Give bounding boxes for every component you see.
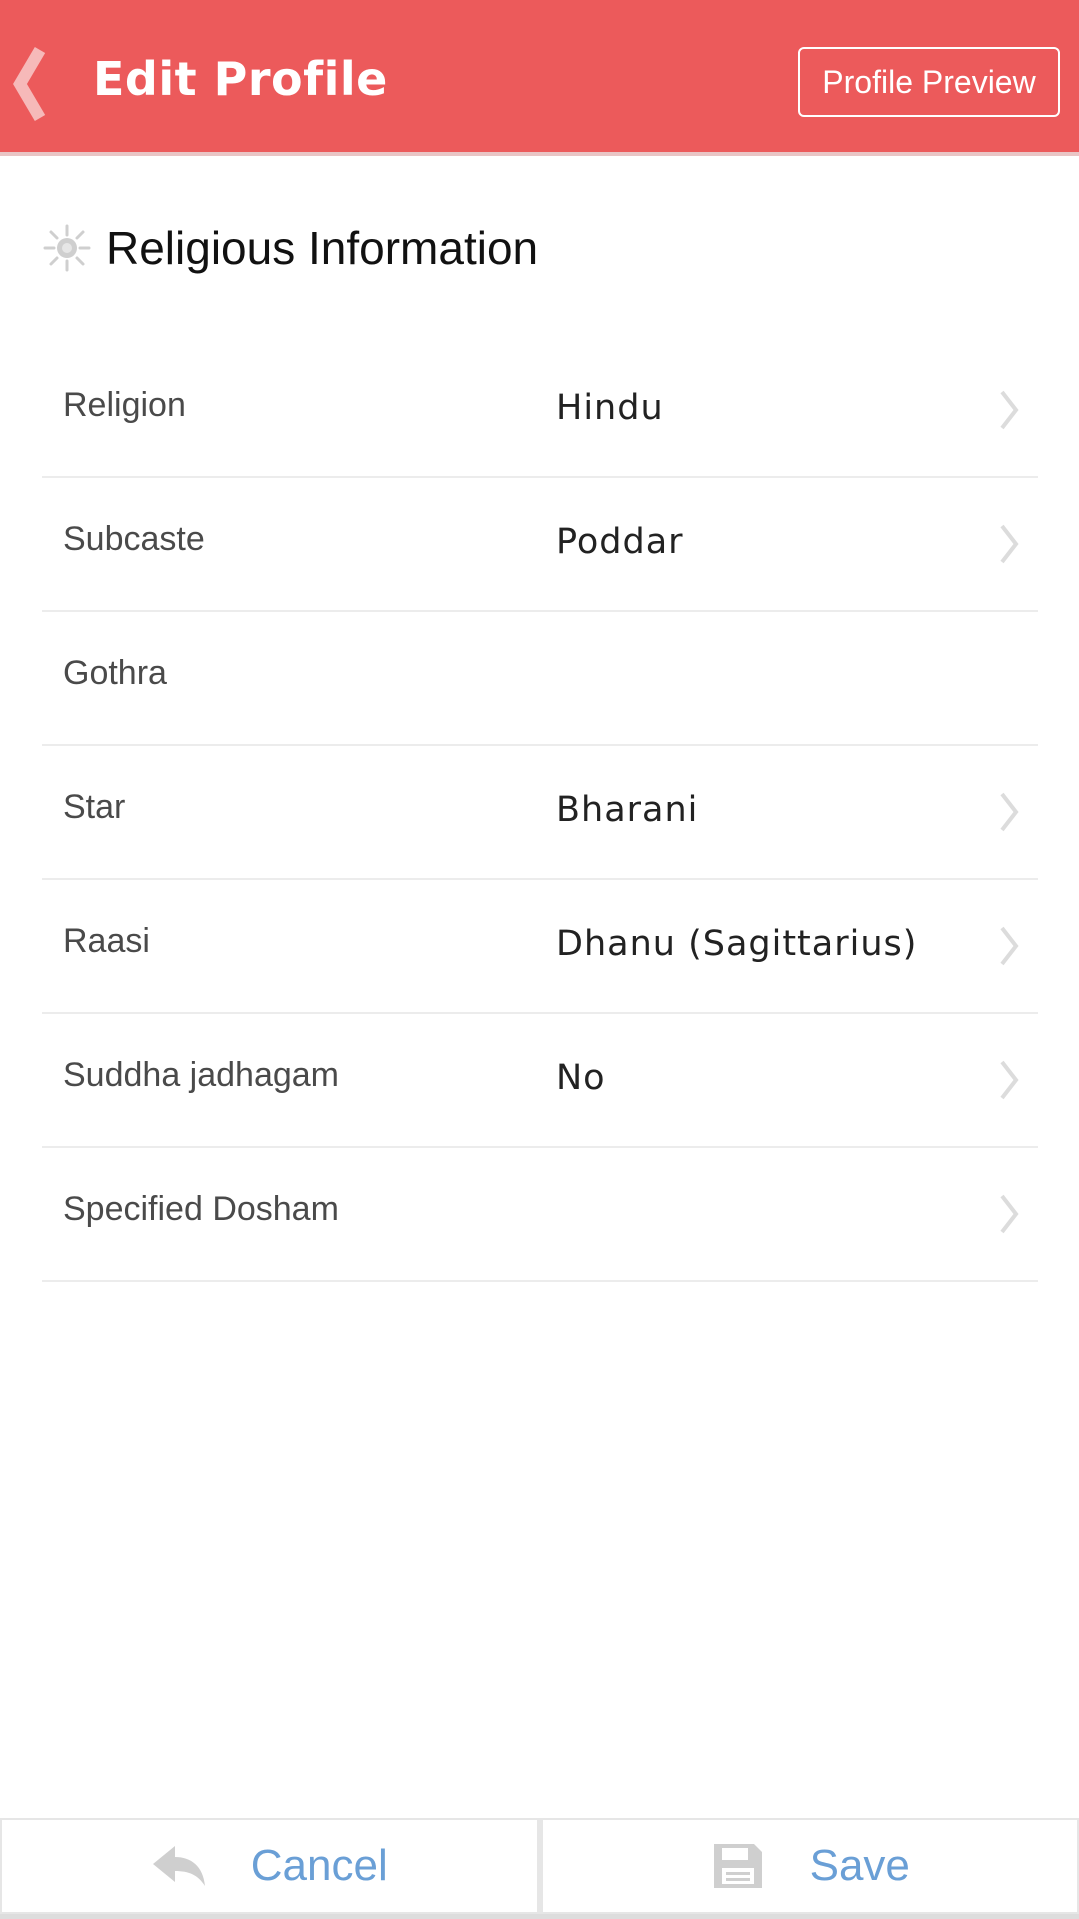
row-value: Poddar [556,522,684,562]
cancel-button[interactable]: Cancel [0,1818,539,1914]
chevron-right-icon [1000,390,1019,430]
bottom-divider [0,1914,1079,1919]
row-label: Suddha jadhagam [63,1056,340,1094]
chevron-right-icon [1000,1194,1019,1234]
cancel-label: Cancel [250,1841,388,1890]
row-suddha-jadhagam[interactable]: Suddha jadhagam No [42,1014,1038,1148]
chevron-right-icon [1000,1060,1019,1100]
row-label: Specified Dosham [63,1190,339,1228]
row-value: No [556,1058,606,1098]
religious-info-list: Religion Hindu Subcaste Poddar Gothra St… [42,344,1038,1282]
row-label: Religion [63,386,186,424]
chevron-right-icon [1000,792,1019,832]
row-religion[interactable]: Religion Hindu [42,344,1038,478]
page-title: Edit Profile [93,52,388,106]
bottom-action-bar: Cancel Save [0,1818,1079,1919]
app-bar: Edit Profile Profile Preview [0,0,1079,156]
row-value: Hindu [556,388,664,428]
save-label: Save [809,1841,910,1890]
chevron-right-icon [1000,926,1019,966]
reply-arrow-icon [152,1846,205,1886]
row-value: Bharani [556,790,699,830]
chevron-right-icon [1000,524,1019,564]
row-star[interactable]: Star Bharani [42,746,1038,880]
row-value: Dhanu (Sagittarius) [556,924,918,964]
row-subcaste[interactable]: Subcaste Poddar [42,478,1038,612]
profile-preview-button[interactable]: Profile Preview [798,47,1060,117]
row-label: Star [63,788,126,826]
floppy-disk-icon [713,1844,762,1888]
row-specified-dosham[interactable]: Specified Dosham [42,1148,1038,1282]
row-gothra[interactable]: Gothra [42,612,1038,746]
row-label: Gothra [63,654,167,692]
save-button[interactable]: Save [538,1818,1079,1914]
back-chevron-icon[interactable] [8,44,58,124]
row-label: Raasi [63,922,150,960]
section-header: Religious Information [42,218,538,278]
row-raasi[interactable]: Raasi Dhanu (Sagittarius) [42,880,1038,1014]
row-label: Subcaste [63,520,205,558]
section-title: Religious Information [106,222,539,274]
sun-icon [43,224,91,272]
